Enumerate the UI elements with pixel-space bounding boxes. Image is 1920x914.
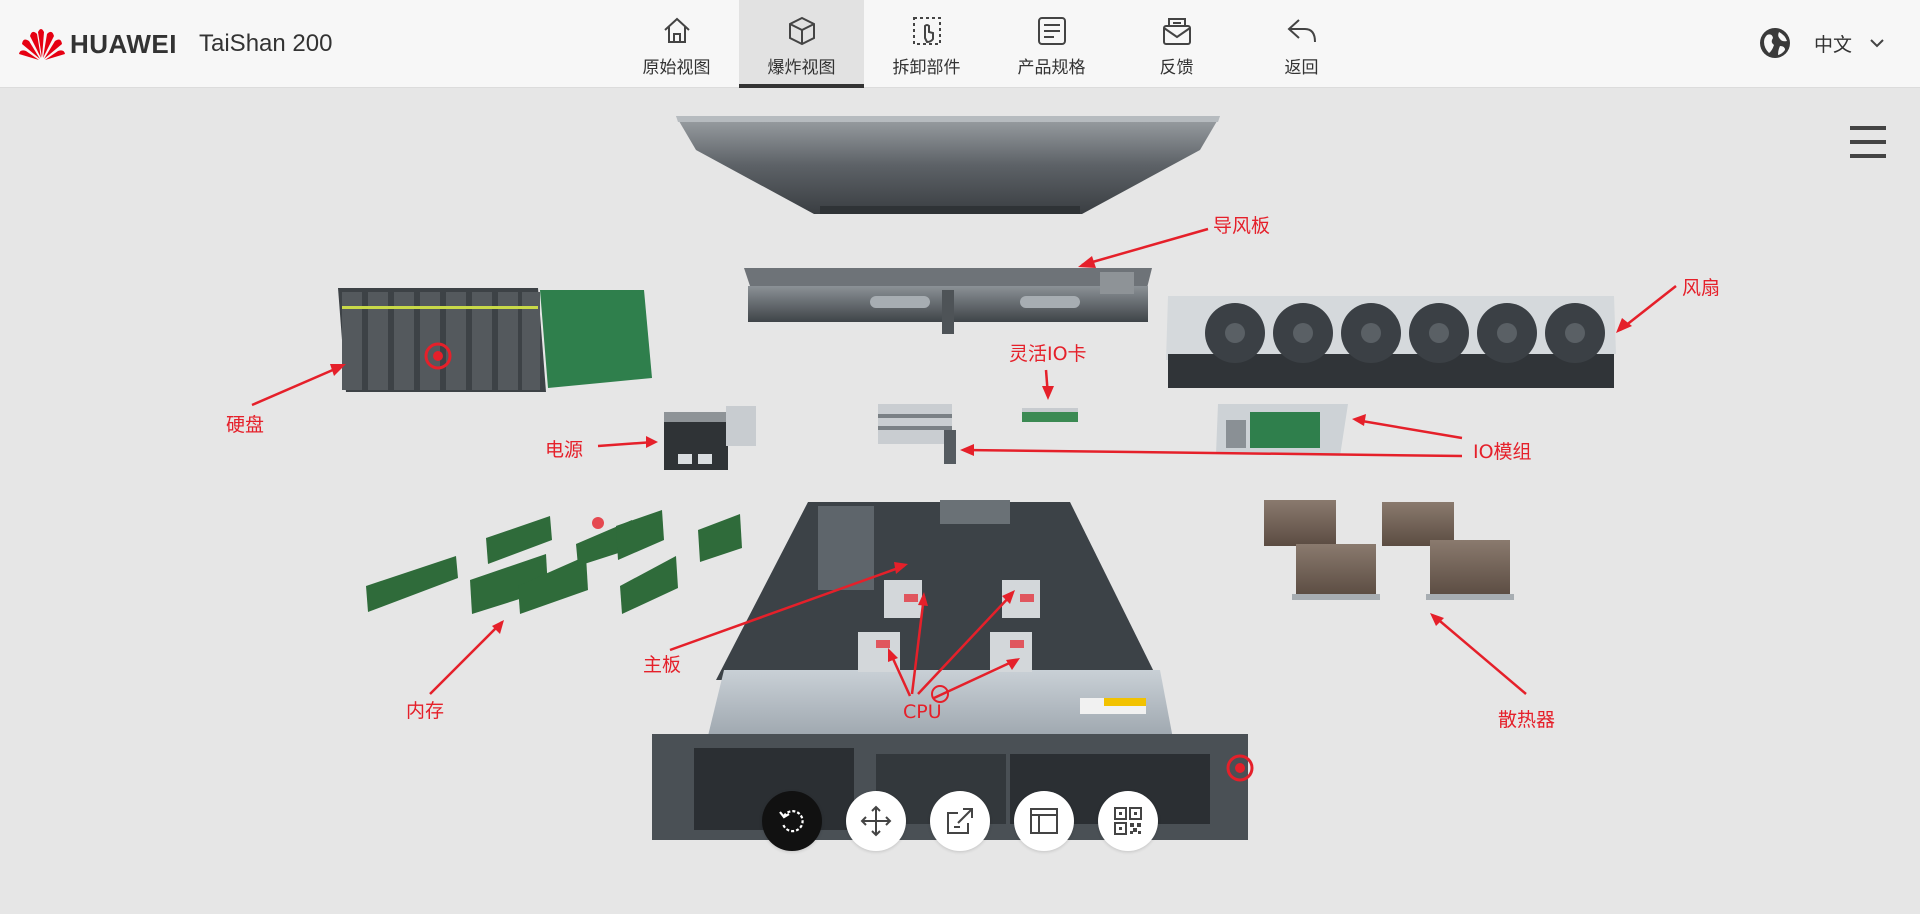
spec-sheet-icon [1037, 17, 1066, 45]
fan-module [1166, 296, 1616, 388]
tab-original-view[interactable]: 原始视图 [614, 0, 739, 88]
air-duct [744, 268, 1152, 334]
qr-code-button[interactable] [1098, 791, 1158, 851]
callout-flex-io-card[interactable]: 灵活IO卡 [1009, 339, 1087, 366]
top-cover [676, 116, 1220, 214]
flex-io-card [1022, 408, 1078, 422]
huawei-logo-icon [19, 29, 65, 60]
tab-feedback[interactable]: 反馈 [1114, 0, 1239, 88]
product-name: TaiShan 200 [199, 30, 333, 57]
top-navigation-bar: HUAWEI TaiShan 200 原始视图 爆炸视图 拆卸部件 产品规格 反… [0, 0, 1920, 88]
language-label: 中文 [1813, 33, 1852, 56]
layout-icon [1030, 808, 1058, 834]
callout-fan[interactable]: 风扇 [1682, 273, 1720, 300]
feedback-mail-icon [1162, 18, 1191, 45]
view-tabs: 原始视图 爆炸视图 拆卸部件 产品规格 反馈 返回 [614, 0, 1364, 88]
power-supply [664, 406, 756, 470]
external-link-button[interactable] [930, 791, 990, 851]
callout-power-supply[interactable]: 电源 [545, 435, 583, 462]
brand-name: HUAWEI [70, 28, 177, 59]
tab-label: 原始视图 [642, 58, 711, 78]
tab-exploded-view[interactable]: 爆炸视图 [739, 0, 864, 88]
tab-label: 返回 [1284, 58, 1319, 78]
callout-mainboard[interactable]: 主板 [643, 650, 681, 677]
memory-modules [366, 510, 742, 614]
callout-memory[interactable]: 内存 [406, 696, 444, 723]
callout-hard-disk[interactable]: 硬盘 [226, 410, 264, 437]
cube-icon [788, 16, 815, 46]
heat-sinks [1264, 500, 1514, 600]
qr-code-icon [1114, 807, 1142, 835]
tab-back[interactable]: 返回 [1239, 0, 1364, 88]
reset-rotate-icon [779, 810, 804, 833]
layout-button[interactable] [1014, 791, 1074, 851]
move-icon [860, 805, 892, 837]
tab-disassemble-parts[interactable]: 拆卸部件 [864, 0, 989, 88]
reset-rotate-button[interactable] [762, 791, 822, 851]
tab-label: 爆炸视图 [767, 58, 836, 78]
chevron-down-icon [1870, 39, 1884, 48]
riser-card [878, 404, 956, 464]
exploded-view-scene [251, 116, 1677, 840]
callout-heat-sink[interactable]: 散热器 [1498, 705, 1555, 732]
globe-icon [1759, 28, 1790, 58]
tab-label: 拆卸部件 [892, 58, 961, 78]
callout-io-module[interactable]: IO模组 [1473, 437, 1532, 464]
external-link-icon [947, 808, 973, 834]
hamburger-menu-icon[interactable] [1849, 124, 1887, 160]
tab-label: 反馈 [1159, 58, 1194, 78]
hard-disk-cage [338, 288, 652, 392]
tab-product-specs[interactable]: 产品规格 [989, 0, 1114, 88]
view-toolbar [762, 791, 1182, 851]
callout-air-duct[interactable]: 导风板 [1213, 211, 1270, 238]
tab-label: 产品规格 [1017, 58, 1086, 78]
move-button[interactable] [846, 791, 906, 851]
language-selector[interactable]: 中文 [1758, 26, 1886, 60]
hand-touch-icon [912, 17, 941, 45]
home-icon [663, 17, 690, 43]
brand[interactable]: HUAWEI TaiShan 200 [18, 20, 332, 68]
io-module [1216, 404, 1348, 456]
server-chassis [652, 500, 1254, 840]
back-arrow-icon [1287, 19, 1316, 43]
callout-cpu[interactable]: CPU [903, 701, 942, 723]
